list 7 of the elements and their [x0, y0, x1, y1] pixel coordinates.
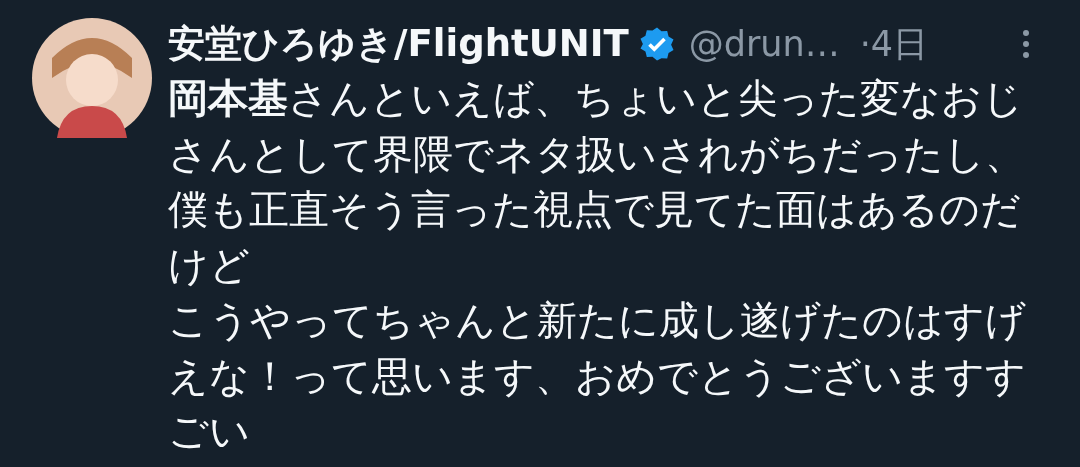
tweet-text: 岡本基さんといえば、ちょいと尖った変なおじさんとして界隈でネタ扱いされがちだったし、僕も正直そう言った視点で見てた面はあるのだけど — [168, 74, 1026, 290]
tweet-text: こうやってちゃんと新たに成し遂げたのはすげえな！って思います、おめでとうございますすごい — [168, 296, 1027, 456]
author-name[interactable]: 安堂ひろゆき/FlightUNIT — [168, 19, 629, 69]
more-icon[interactable] — [1022, 29, 1030, 59]
post-time[interactable]: ·4日 — [859, 20, 929, 68]
author-handle[interactable]: @drun… — [688, 24, 840, 64]
avatar[interactable] — [32, 18, 152, 138]
